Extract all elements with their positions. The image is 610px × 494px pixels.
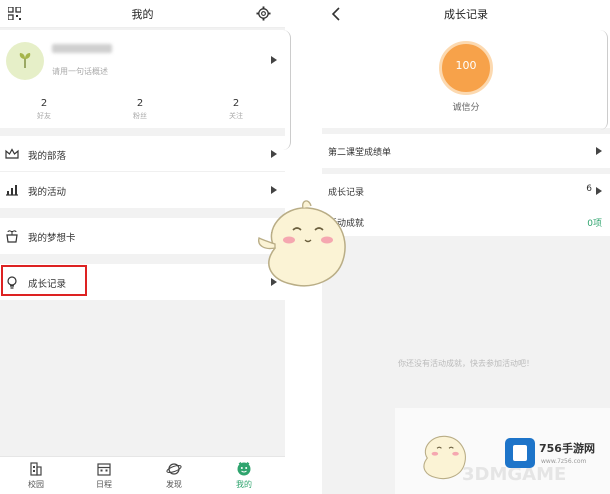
menu-group-1: 我的部落 我的活动	[0, 136, 285, 208]
planet-icon	[166, 463, 182, 475]
menu-item-tribe[interactable]: 我的部落	[0, 136, 285, 172]
chevron-right-icon	[596, 187, 602, 195]
phone-frame-edge	[600, 30, 608, 130]
brand-name: 756手游网	[539, 442, 595, 455]
credit-score-label: 诚信分	[452, 103, 480, 113]
credit-score-badge: 100	[439, 41, 493, 95]
highlight-annotation	[1, 265, 87, 296]
stat-friends[interactable]: 2 好友	[14, 98, 74, 121]
chevron-right-icon	[271, 56, 277, 64]
watermark-logo: 756手游网 www.7z56.com	[505, 436, 605, 476]
chevron-right-icon	[596, 147, 602, 155]
bottom-tab-bar: 校园 日程 发现 我的	[0, 456, 285, 494]
row-activity-achievement[interactable]: 活动成就 0项	[322, 208, 610, 236]
brand-logo-icon	[505, 438, 535, 468]
gear-icon[interactable]	[256, 6, 271, 21]
tab-campus[interactable]: 校园	[11, 461, 61, 490]
menu-item-dream-card[interactable]: 我的梦想卡	[0, 218, 285, 254]
pot-icon	[6, 230, 18, 243]
stat-fans[interactable]: 2 粉丝	[110, 98, 170, 121]
signature-text: 请用一句话概述	[52, 67, 108, 76]
building-icon	[30, 462, 42, 476]
chevron-right-icon	[271, 150, 277, 158]
avatar[interactable]	[6, 42, 44, 80]
profile-screen: 我的 请用一句话概述 2 好友 2 粉丝 2 关注 我的部落 我的活动 我的梦想…	[0, 0, 285, 494]
page-title: 我的	[131, 8, 154, 21]
avatar-sprout-icon	[19, 53, 31, 68]
phone-frame-edge	[283, 30, 291, 150]
top-bar: 我的	[0, 0, 285, 28]
menu-item-activities[interactable]: 我的活动	[0, 172, 285, 208]
tab-mine[interactable]: 我的	[219, 461, 269, 490]
credit-score-section: 100 诚信分	[322, 28, 610, 128]
chevron-right-icon	[271, 186, 277, 194]
row-second-classroom[interactable]: 第二课堂成绩单	[322, 134, 610, 168]
row-growth-record[interactable]: 成长记录 6	[322, 174, 610, 208]
crown-icon	[5, 148, 19, 159]
tab-discover[interactable]: 发现	[149, 461, 199, 490]
menu-group-2: 我的梦想卡	[0, 218, 285, 254]
username-blurred	[52, 44, 112, 53]
growth-record-count: 6	[586, 184, 592, 194]
top-bar: 成长记录	[322, 0, 610, 28]
face-icon	[237, 461, 251, 476]
calendar-icon	[97, 463, 111, 476]
tab-schedule[interactable]: 日程	[79, 461, 129, 490]
achievement-count: 0项	[587, 219, 602, 229]
page-title: 成长记录	[444, 8, 488, 21]
empty-state-text: 你还没有活动成就，快去参加活动吧！	[398, 359, 534, 368]
profile-card[interactable]: 请用一句话概述 2 好友 2 粉丝 2 关注	[0, 30, 285, 128]
stat-following[interactable]: 2 关注	[206, 98, 266, 121]
brand-url: www.7z56.com	[541, 458, 587, 465]
chart-icon	[6, 185, 18, 196]
mascot-sticker-icon	[258, 200, 346, 287]
